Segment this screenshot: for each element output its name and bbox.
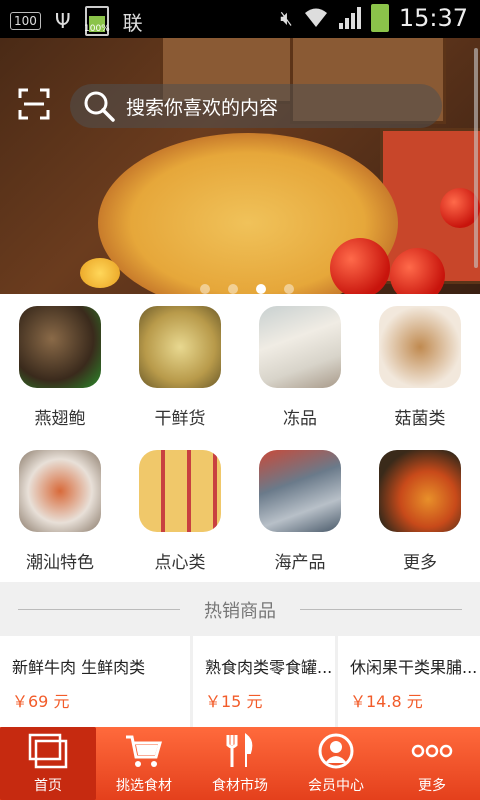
category-item-mushroom[interactable]: 菇菌类	[360, 294, 480, 438]
product-card[interactable]: 休闲果干类果脯... ￥14.8 元	[338, 636, 480, 728]
bottom-navigation: 首页 挑选食材 食材市场 会员中心 更多	[0, 727, 480, 800]
category-label: 海产品	[274, 553, 326, 573]
wifi-icon	[304, 8, 327, 27]
category-label: 潮汕特色	[26, 553, 94, 573]
product-card[interactable]: 熟食肉类零食罐... ￥15 元	[193, 636, 335, 728]
sim-card-icon: 联	[122, 10, 143, 35]
user-icon	[318, 733, 354, 769]
search-icon	[84, 91, 115, 122]
category-label: 干鲜货	[154, 409, 206, 429]
pagination-dot[interactable]	[284, 284, 294, 294]
category-item-seafood[interactable]: 海产品	[240, 438, 360, 582]
category-item-chaoshan[interactable]: 潮汕特色	[0, 438, 120, 582]
more-dots-icon	[411, 744, 453, 758]
dim-sum-image	[139, 450, 221, 532]
battery-percent: 100%	[84, 24, 110, 34]
product-price: ￥15 元	[205, 692, 263, 711]
dried-goods-image	[139, 306, 221, 388]
product-price: ￥14.8 元	[350, 692, 423, 711]
nav-label: 更多	[418, 778, 446, 794]
nav-home[interactable]: 首页	[0, 727, 96, 800]
scan-icon[interactable]	[18, 88, 50, 120]
nav-pick-ingredients[interactable]: 挑选食材	[96, 727, 192, 800]
seafood-image	[259, 450, 341, 532]
usb-icon: Ψ	[54, 9, 71, 33]
banner-pagination	[200, 284, 294, 294]
category-label: 点心类	[154, 553, 206, 573]
pagination-dot[interactable]	[200, 284, 210, 294]
mushroom-image	[379, 306, 461, 388]
spices-image	[379, 450, 461, 532]
category-grid: 燕翅鲍 干鲜货 冻品 菇菌类 潮汕特色 点心类 海产品 更多	[0, 294, 480, 582]
product-name: 熟食肉类零食罐...	[205, 658, 333, 677]
chaoshan-platter-image	[19, 450, 101, 532]
category-item-frozen[interactable]: 冻品	[240, 294, 360, 438]
nav-label: 挑选食材	[116, 778, 172, 794]
home-icon	[28, 733, 68, 769]
status-box-icon: 100	[10, 12, 41, 30]
fork-knife-icon	[226, 733, 253, 767]
search-placeholder[interactable]: 搜索你喜欢的内容	[126, 93, 278, 120]
banner-pepper	[80, 258, 120, 288]
clock: 15:37	[398, 4, 468, 32]
nav-label: 会员中心	[308, 778, 364, 794]
pagination-dot-active[interactable]	[256, 284, 266, 294]
category-item-dried-goods[interactable]: 干鲜货	[120, 294, 240, 438]
hot-section-title: 热销商品	[204, 601, 276, 622]
category-item-more[interactable]: 更多	[360, 438, 480, 582]
banner-tomato	[330, 238, 390, 294]
nav-more[interactable]: 更多	[384, 727, 480, 800]
category-label: 燕翅鲍	[34, 409, 86, 429]
battery-icon	[370, 4, 389, 32]
divider-right	[300, 609, 462, 610]
product-name: 新鲜牛肉 生鲜肉类	[12, 658, 146, 677]
category-item-dim-sum[interactable]: 点心类	[120, 438, 240, 582]
product-name: 休闲果干类果脯...	[350, 658, 478, 677]
category-item-abalone[interactable]: 燕翅鲍	[0, 294, 120, 438]
search-bar[interactable]: 搜索你喜欢的内容	[70, 84, 442, 128]
nav-ingredient-market[interactable]: 食材市场	[192, 727, 288, 800]
abalone-image	[19, 306, 101, 388]
pagination-dot[interactable]	[228, 284, 238, 294]
cart-icon	[126, 735, 162, 767]
product-card[interactable]: 新鲜牛肉 生鲜肉类 ￥69 元	[0, 636, 190, 728]
promo-banner[interactable]: 搜索你喜欢的内容	[0, 38, 480, 294]
banner-tomato	[390, 248, 445, 294]
banner-scrollbar	[474, 48, 478, 268]
category-label: 菇菌类	[394, 409, 446, 429]
hot-section-header: 热销商品	[0, 582, 480, 636]
category-label: 更多	[403, 553, 437, 573]
mute-icon: 🔇︎	[280, 6, 293, 30]
hot-products-row: 新鲜牛肉 生鲜肉类 ￥69 元 熟食肉类零食罐... ￥15 元 休闲果干类果脯…	[0, 636, 480, 728]
status-bar: 100 Ψ 联 100% 🔇︎ 15:37	[0, 0, 480, 38]
nav-label: 食材市场	[212, 778, 268, 794]
category-label: 冻品	[283, 409, 317, 429]
nav-member-center[interactable]: 会员中心	[288, 727, 384, 800]
product-price: ￥69 元	[12, 692, 70, 711]
signal-icon	[338, 7, 361, 29]
nav-label: 首页	[34, 778, 62, 794]
frozen-goods-image	[259, 306, 341, 388]
